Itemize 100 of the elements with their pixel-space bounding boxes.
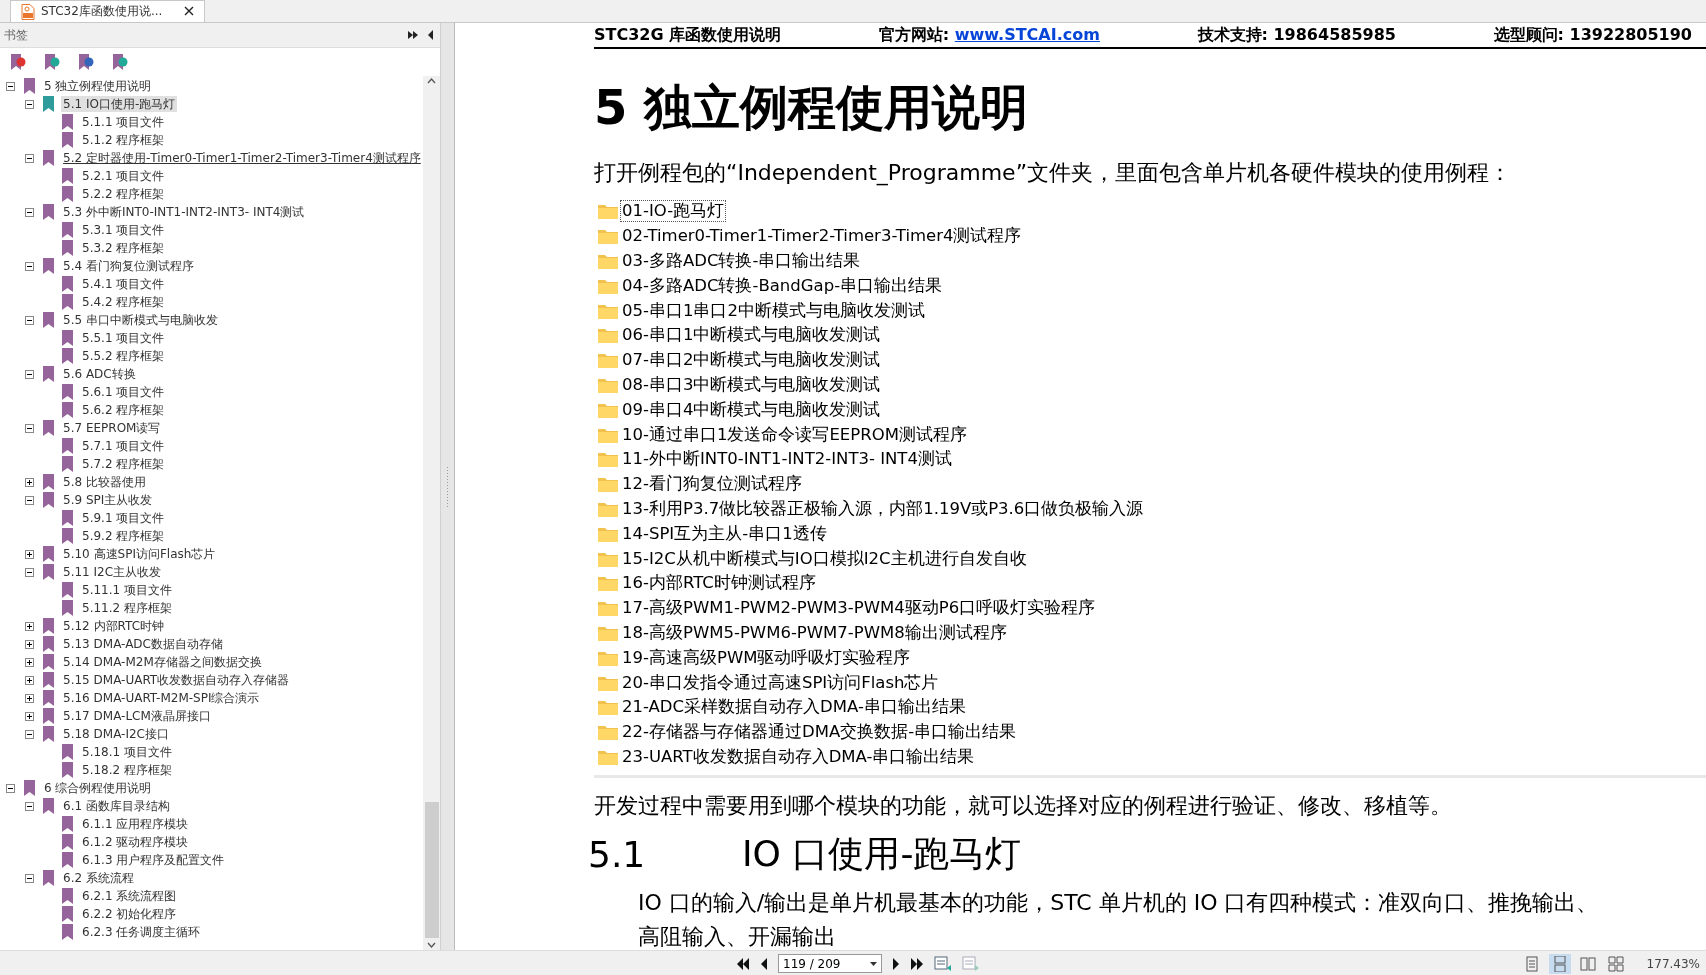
website-link[interactable]: www.STCAI.com [954, 24, 1100, 44]
intro-text: 打开例程包的“Independent_Programme”文件夹，里面包含单片机各硬件模块的使用例程： [594, 159, 1513, 188]
bookmark-item[interactable]: 6.2.3 任务调度主循环 [80, 924, 203, 940]
expand-icon[interactable] [25, 657, 34, 667]
expand-icon[interactable] [25, 549, 34, 559]
bookmark-item[interactable]: 5.18.2 程序框架 [80, 762, 174, 778]
bookmark-item[interactable]: 5.7.2 程序框架 [80, 456, 167, 472]
bookmark-item[interactable]: 5.2 定时器使用-Timer0-Timer1-Timer2-Timer3-Timer4测试程序 [61, 150, 423, 166]
bookmark-item[interactable]: 5.12 内部RTC时钟 [61, 618, 166, 634]
collapse-icon[interactable] [25, 99, 34, 109]
scroll-down-icon[interactable] [427, 942, 436, 948]
previous-page-icon[interactable] [760, 957, 768, 970]
first-page-icon[interactable] [736, 957, 750, 970]
bookmark-icon [42, 312, 55, 328]
bookmark-item[interactable]: 5.17 DMA-LCM液晶屏接口 [61, 708, 213, 724]
view-mode-button[interactable] [1548, 953, 1571, 974]
bookmark-item[interactable]: 5.13 DMA-ADC数据自动存储 [61, 636, 225, 652]
bookmark-item[interactable]: 6.1.1 应用程序模块 [80, 816, 191, 832]
folder-name: 16-内部RTC时钟测试程序 [621, 572, 817, 595]
bookmark-options-icon[interactable] [112, 53, 128, 71]
bookmark-item[interactable]: 5.10 高速SPI访问Flash芯片 [61, 546, 218, 562]
collapse-icon[interactable] [25, 423, 34, 433]
bookmark-item[interactable]: 5.11.1 项目文件 [80, 582, 174, 598]
expand-panel-icon[interactable] [407, 30, 419, 40]
bookmark-item[interactable]: 5.7 EEPROM读写 [61, 420, 163, 436]
bookmark-item[interactable]: 5.3.2 程序框架 [80, 240, 167, 256]
folder-icon [598, 376, 618, 393]
collapse-icon[interactable] [25, 369, 34, 379]
next-page-icon[interactable] [892, 957, 900, 970]
bookmark-item[interactable]: 5.1.2 程序框架 [80, 132, 167, 148]
bookmark-item[interactable]: 5.8 比较器使用 [61, 474, 148, 490]
bookmark-item[interactable]: 6.1.3 用户程序及配置文件 [80, 852, 227, 868]
collapse-icon[interactable] [25, 207, 34, 217]
collapse-icon[interactable] [25, 261, 34, 271]
scroll-up-icon[interactable] [427, 78, 436, 84]
bookmark-item[interactable]: 5.9 SPI主从收发 [61, 492, 155, 508]
bookmark-item[interactable]: 5 独立例程使用说明 [42, 78, 154, 94]
expand-icon[interactable] [25, 693, 34, 703]
page-number-field[interactable]: 119 / 209 [778, 954, 882, 973]
delete-bookmark-icon[interactable] [10, 53, 26, 71]
bookmark-item[interactable]: 6.1.2 驱动程序模块 [80, 834, 191, 850]
bookmark-item[interactable]: 5.16 DMA-UART-M2M-SPI综合演示 [61, 690, 262, 706]
bookmark-item[interactable]: 6 综合例程使用说明 [42, 780, 154, 796]
document-tab[interactable]: STC32库函数使用说... [10, 0, 206, 22]
folder-icon [598, 228, 618, 245]
bookmark-item[interactable]: 5.4 看门狗复位测试程序 [61, 258, 196, 274]
bookmark-item[interactable]: 5.6.2 程序框架 [80, 402, 167, 418]
scrollbar-thumb[interactable] [424, 802, 439, 938]
collapse-icon[interactable] [25, 729, 34, 739]
collapse-icon[interactable] [6, 783, 15, 793]
collapse-icon[interactable] [6, 81, 15, 91]
bookmark-item[interactable]: 5.5.1 项目文件 [80, 330, 167, 346]
bookmark-item[interactable]: 5.11 I2C主从收发 [61, 564, 164, 580]
splitter-grip-icon[interactable] [446, 466, 449, 507]
bookmark-item[interactable]: 5.18 DMA-I2C接口 [61, 726, 171, 742]
bookmark-item[interactable]: 5.5 串口中断模式与电脑收发 [61, 312, 220, 328]
bookmark-item[interactable]: 6.2.1 系统流程图 [80, 888, 179, 904]
bookmark-item[interactable]: 5.15 DMA-UART收发数据自动存入存储器 [61, 672, 292, 688]
expand-icon[interactable] [25, 639, 34, 649]
collapse-icon[interactable] [25, 567, 34, 577]
bookmark-item[interactable]: 5.9.1 项目文件 [80, 510, 167, 526]
bookmark-item[interactable]: 5.14 DMA-M2M存储器之间数据交换 [61, 654, 264, 670]
bookmark-item[interactable]: 5.9.2 程序框架 [80, 528, 167, 544]
add-bookmark-icon[interactable] [44, 53, 60, 71]
go-to-bookmark-icon[interactable] [78, 53, 94, 71]
collapse-icon[interactable] [25, 495, 34, 505]
last-page-icon[interactable] [910, 957, 924, 970]
bookmark-item[interactable]: 5.7.1 项目文件 [80, 438, 167, 454]
bookmark-item[interactable]: 5.6.1 项目文件 [80, 384, 167, 400]
bookmark-item[interactable]: 5.5.2 程序框架 [80, 348, 167, 364]
bookmark-item[interactable]: 5.4.1 项目文件 [80, 276, 167, 292]
bookmark-item[interactable]: 5.6 ADC转换 [61, 366, 138, 382]
bookmark-item[interactable]: 5.1.1 项目文件 [80, 114, 167, 130]
collapse-icon[interactable] [25, 873, 34, 883]
collapse-icon[interactable] [25, 153, 34, 163]
dropdown-caret-icon[interactable] [870, 961, 877, 966]
bookmark-icon [42, 708, 55, 724]
collapse-icon[interactable] [25, 801, 34, 811]
bookmark-item[interactable]: 5.11.2 程序框架 [80, 600, 174, 616]
collapse-icon[interactable] [25, 315, 34, 325]
bookmark-item[interactable]: 5.4.2 程序框架 [80, 294, 167, 310]
bookmark-item[interactable]: 5.3 外中断INT0-INT1-INT2-INT3- INT4测试 [61, 204, 307, 220]
bookmark-item[interactable]: 5.18.1 项目文件 [80, 744, 174, 760]
back-view-icon[interactable] [934, 955, 952, 972]
bookmark-item[interactable]: 5.3.1 项目文件 [80, 222, 167, 238]
bookmark-icon [42, 150, 55, 166]
expand-icon[interactable] [25, 711, 34, 721]
bookmark-icon [61, 852, 74, 868]
bookmark-item[interactable]: 5.1 IO口使用-跑马灯 [61, 96, 178, 112]
folder-name: 13-利用P3.7做比较器正极输入源，内部1.19V或P3.6口做负极输入源 [621, 497, 1145, 520]
expand-icon[interactable] [25, 621, 34, 631]
bookmark-item[interactable]: 6.1 函数库目录结构 [61, 798, 172, 814]
collapse-panel-icon[interactable] [427, 30, 434, 40]
expand-icon[interactable] [25, 675, 34, 685]
bookmark-item[interactable]: 6.2.2 初始化程序 [80, 906, 179, 922]
bookmark-item[interactable]: 6.2 系统流程 [61, 870, 136, 886]
bookmark-icon [42, 672, 55, 688]
bookmark-item[interactable]: 5.2.2 程序框架 [80, 186, 167, 202]
bookmark-item[interactable]: 5.2.1 项目文件 [80, 168, 167, 184]
expand-icon[interactable] [25, 477, 34, 487]
